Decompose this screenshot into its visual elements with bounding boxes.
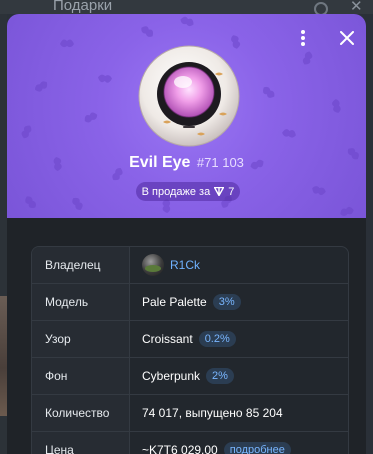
detail-row: Владелец R1Ck bbox=[32, 247, 348, 284]
detail-key: Узор bbox=[32, 321, 130, 357]
sale-badge[interactable]: В продаже за 7 bbox=[136, 182, 240, 201]
croissant-pattern-icon bbox=[162, 199, 171, 213]
croissant-pattern-icon bbox=[282, 129, 296, 138]
croissant-pattern-icon bbox=[35, 81, 48, 92]
detail-value: Cyberpunk bbox=[142, 369, 201, 383]
croissant-pattern-icon bbox=[84, 112, 98, 123]
evil-eye-gift-image bbox=[137, 44, 241, 148]
detail-key: Фон bbox=[32, 358, 130, 394]
detail-key: Количество bbox=[32, 395, 130, 431]
close-icon[interactable] bbox=[335, 26, 359, 50]
croissant-pattern-icon bbox=[98, 74, 112, 83]
background-close-icon: ✕ bbox=[350, 0, 363, 15]
croissant-pattern-icon bbox=[21, 125, 32, 139]
detail-row: Количество 74 017, выпущено 85 204 bbox=[32, 395, 348, 432]
background-photo bbox=[0, 296, 7, 416]
detail-key: Владелец bbox=[32, 247, 130, 283]
detail-value-cell: Croissant 0.2% bbox=[130, 321, 348, 357]
detail-value: 74 017, выпущено 85 204 bbox=[142, 406, 283, 420]
owner-link[interactable]: R1Ck bbox=[170, 258, 200, 272]
croissant-pattern-icon bbox=[340, 206, 354, 216]
detail-value-cell[interactable]: R1Ck bbox=[130, 247, 348, 283]
detail-value: ~K7T6 029.00 bbox=[142, 443, 218, 454]
rarity-badge[interactable]: подробнее bbox=[223, 442, 291, 454]
croissant-pattern-icon bbox=[332, 99, 341, 113]
detail-key: Цена bbox=[32, 432, 130, 454]
detail-value-cell: Cyberpunk 2% bbox=[130, 358, 348, 394]
kebab-menu-icon[interactable] bbox=[291, 26, 315, 50]
detail-row: Узор Croissant 0.2% bbox=[32, 321, 348, 358]
croissant-pattern-icon bbox=[141, 26, 154, 37]
croissant-pattern-icon bbox=[60, 39, 74, 48]
detail-value-cell: 74 017, выпущено 85 204 bbox=[130, 395, 348, 431]
rarity-badge[interactable]: 0.2% bbox=[198, 331, 236, 347]
sale-label: В продаже за bbox=[141, 185, 211, 198]
croissant-pattern-icon bbox=[25, 196, 36, 209]
owner-avatar[interactable] bbox=[142, 254, 164, 276]
gift-details-table: Владелец R1Ck Модель Pale Palette 3% Узор Croi… bbox=[31, 246, 349, 454]
detail-row: Фон Cyberpunk 2% bbox=[32, 358, 348, 395]
croissant-pattern-icon bbox=[180, 16, 194, 27]
croissant-pattern-icon bbox=[72, 197, 83, 210]
gift-number: #71 103 bbox=[196, 155, 244, 170]
background-title: Подарки bbox=[53, 0, 113, 14]
gift-modal: Evil Eye #71 103 В продаже за 7 Владелец… bbox=[7, 14, 366, 454]
ton-diamond-icon bbox=[214, 187, 225, 196]
detail-value-cell: Pale Palette 3% bbox=[130, 284, 348, 320]
gift-hero: Evil Eye #71 103 В продаже за 7 bbox=[7, 14, 366, 218]
croissant-pattern-icon bbox=[312, 186, 326, 196]
rarity-badge[interactable]: 2% bbox=[206, 368, 234, 384]
gift-title: Evil Eye #71 103 bbox=[7, 154, 366, 172]
detail-value: Croissant bbox=[142, 332, 193, 346]
croissant-pattern-icon bbox=[302, 51, 313, 65]
detail-row: Модель Pale Palette 3% bbox=[32, 284, 348, 321]
gift-name: Evil Eye bbox=[129, 154, 191, 171]
croissant-pattern-icon bbox=[263, 86, 275, 98]
detail-value-cell: ~K7T6 029.00 подробнее bbox=[130, 432, 348, 454]
rarity-badge[interactable]: 3% bbox=[212, 294, 241, 310]
detail-row: Цена ~K7T6 029.00 подробнее bbox=[32, 432, 348, 454]
sale-price: 7 bbox=[228, 185, 235, 198]
detail-value: Pale Palette bbox=[142, 295, 207, 309]
detail-key: Модель bbox=[32, 284, 130, 320]
